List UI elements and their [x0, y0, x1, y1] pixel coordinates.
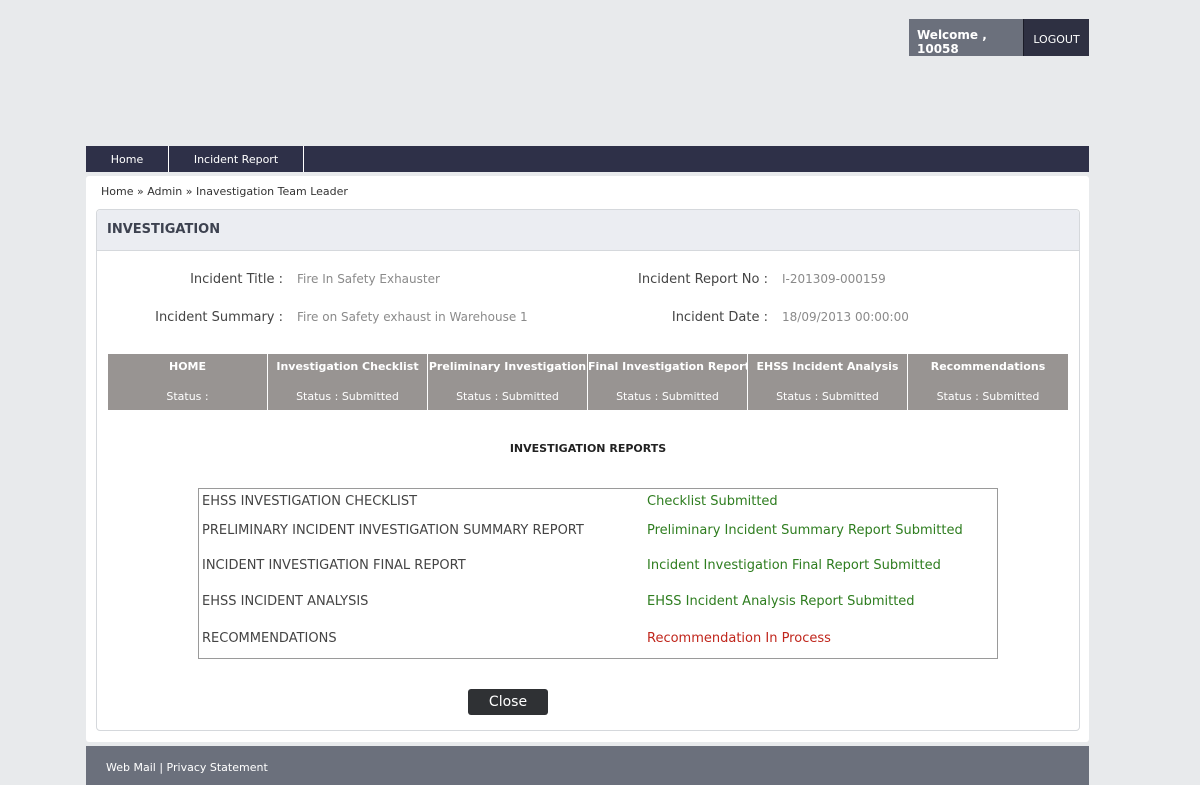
status-step-final-investigation-report[interactable]: Final Investigation Report Status : Subm… — [588, 354, 750, 410]
report-status-analysis[interactable]: EHSS Incident Analysis Report Submitted — [647, 594, 915, 609]
status-step-recommendations[interactable]: Recommendations Status : Submitted — [908, 354, 1068, 410]
status-step-value: Status : Submitted — [616, 390, 719, 403]
workflow-status-strip: HOME Status : Investigation Checklist St… — [108, 354, 1068, 410]
status-step-title: Recommendations — [930, 360, 1046, 373]
status-step-home[interactable]: HOME Status : — [108, 354, 268, 410]
breadcrumb-home[interactable]: Home — [101, 185, 133, 198]
nav-home[interactable]: Home — [86, 146, 169, 172]
close-button[interactable]: Close — [468, 689, 548, 715]
report-status-final[interactable]: Incident Investigation Final Report Subm… — [647, 558, 941, 573]
status-step-value: Status : Submitted — [296, 390, 399, 403]
status-step-preliminary-investigation[interactable]: Preliminary Investigation Status : Submi… — [428, 354, 588, 410]
footer-separator: | — [159, 761, 164, 774]
status-step-title: Investigation Checklist — [276, 360, 419, 373]
report-status-preliminary[interactable]: Preliminary Incident Summary Report Subm… — [647, 523, 963, 538]
breadcrumb: Home » Admin » Inavestigation Team Leade… — [101, 185, 348, 198]
breadcrumb-separator: » — [185, 185, 193, 198]
status-step-title: Preliminary Investigation — [428, 360, 587, 373]
incident-summary-label: Incident Summary : — [155, 310, 283, 325]
reports-list: EHSS INVESTIGATION CHECKLIST Checklist S… — [198, 488, 998, 659]
status-step-title: EHSS Incident Analysis — [756, 360, 899, 373]
incident-summary-value: Fire on Safety exhaust in Warehouse 1 — [297, 310, 528, 324]
incident-date-label: Incident Date : — [671, 310, 768, 325]
breadcrumb-admin[interactable]: Admin — [147, 185, 182, 198]
incident-report-no-value: I-201309-000159 — [782, 272, 886, 286]
welcome-text: Welcome , 10058 — [909, 19, 1023, 56]
status-step-value: Status : — [166, 390, 209, 403]
report-name-preliminary: PRELIMINARY INCIDENT INVESTIGATION SUMMA… — [202, 523, 584, 538]
report-name-analysis: EHSS INCIDENT ANALYSIS — [202, 594, 369, 609]
main-content: Home » Admin » Inavestigation Team Leade… — [86, 176, 1089, 742]
report-name-final: INCIDENT INVESTIGATION FINAL REPORT — [202, 558, 466, 573]
report-status-checklist[interactable]: Checklist Submitted — [647, 494, 778, 509]
panel-title: INVESTIGATION — [97, 210, 1079, 251]
footer: Web Mail | Privacy Statement — [86, 746, 1089, 785]
report-status-recommendations[interactable]: Recommendation In Process — [647, 631, 831, 646]
breadcrumb-current: Inavestigation Team Leader — [196, 185, 348, 198]
breadcrumb-separator: » — [136, 185, 144, 198]
reports-heading: INVESTIGATION REPORTS — [509, 442, 667, 455]
status-step-title: HOME — [168, 360, 207, 373]
status-step-value: Status : Submitted — [936, 390, 1040, 403]
investigation-panel: INVESTIGATION Incident Title : Fire In S… — [96, 209, 1080, 731]
incident-date-value: 18/09/2013 00:00:00 — [782, 310, 909, 324]
incident-report-no-label: Incident Report No : — [638, 272, 768, 287]
footer-webmail-link[interactable]: Web Mail — [106, 761, 156, 774]
status-step-ehss-incident-analysis[interactable]: EHSS Incident Analysis Status : Submitte… — [748, 354, 908, 410]
incident-title-label: Incident Title : — [190, 272, 283, 287]
main-nav: Home Incident Report — [86, 146, 1089, 172]
report-name-recommendations: RECOMMENDATIONS — [202, 631, 337, 646]
status-step-title: Final Investigation Report — [588, 360, 750, 373]
footer-privacy-link[interactable]: Privacy Statement — [167, 761, 268, 774]
user-bar: Welcome , 10058 LOGOUT — [909, 19, 1089, 56]
status-step-value: Status : Submitted — [776, 390, 879, 403]
incident-title-value: Fire In Safety Exhauster — [297, 272, 440, 286]
logout-button[interactable]: LOGOUT — [1023, 19, 1089, 56]
report-name-checklist: EHSS INVESTIGATION CHECKLIST — [202, 494, 418, 509]
status-step-investigation-checklist[interactable]: Investigation Checklist Status : Submitt… — [268, 354, 428, 410]
nav-incident-report[interactable]: Incident Report — [169, 146, 304, 172]
status-step-value: Status : Submitted — [456, 390, 559, 403]
